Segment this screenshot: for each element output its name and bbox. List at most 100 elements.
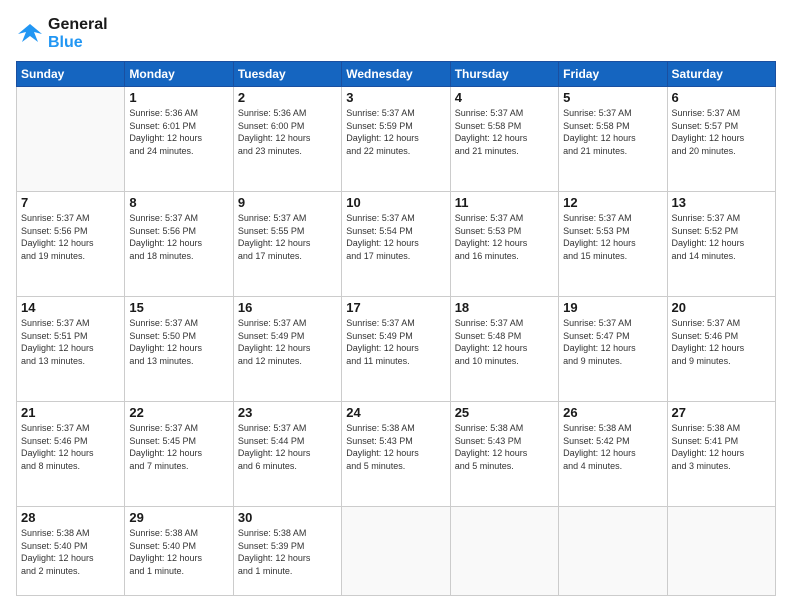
col-tuesday: Tuesday — [233, 62, 341, 87]
day-info: Sunrise: 5:37 AM Sunset: 5:49 PM Dayligh… — [346, 317, 445, 367]
day-number: 14 — [21, 300, 120, 315]
table-row: 13 Sunrise: 5:37 AM Sunset: 5:52 PM Dayli… — [667, 192, 775, 297]
day-info: Sunrise: 5:37 AM Sunset: 5:46 PM Dayligh… — [672, 317, 771, 367]
table-row — [559, 507, 667, 596]
day-info: Sunrise: 5:37 AM Sunset: 5:45 PM Dayligh… — [129, 422, 228, 472]
day-info: Sunrise: 5:37 AM Sunset: 5:55 PM Dayligh… — [238, 212, 337, 262]
day-number: 9 — [238, 195, 337, 210]
day-info: Sunrise: 5:37 AM Sunset: 5:53 PM Dayligh… — [455, 212, 554, 262]
calendar-header-row: Sunday Monday Tuesday Wednesday Thursday… — [17, 62, 776, 87]
table-row: 10 Sunrise: 5:37 AM Sunset: 5:54 PM Dayli… — [342, 192, 450, 297]
table-row: 28 Sunrise: 5:38 AM Sunset: 5:40 PM Dayli… — [17, 507, 125, 596]
table-row: 14 Sunrise: 5:37 AM Sunset: 5:51 PM Dayli… — [17, 297, 125, 402]
logo-bird-icon — [16, 20, 44, 48]
table-row: 24 Sunrise: 5:38 AM Sunset: 5:43 PM Dayli… — [342, 402, 450, 507]
day-info: Sunrise: 5:38 AM Sunset: 5:41 PM Dayligh… — [672, 422, 771, 472]
day-number: 26 — [563, 405, 662, 420]
table-row: 15Sunrise: 5:37 AM Sunset: 5:50 PM Dayli… — [125, 297, 233, 402]
day-number: 17 — [346, 300, 445, 315]
day-number: 20 — [672, 300, 771, 315]
day-info: Sunrise: 5:36 AM Sunset: 6:01 PM Dayligh… — [129, 107, 228, 157]
table-row: 26 Sunrise: 5:38 AM Sunset: 5:42 PM Dayli… — [559, 402, 667, 507]
page: General Blue Sunday Monday Tuesday Wedne… — [0, 0, 792, 612]
col-saturday: Saturday — [667, 62, 775, 87]
day-number: 3 — [346, 90, 445, 105]
day-info: Sunrise: 5:37 AM Sunset: 5:49 PM Dayligh… — [238, 317, 337, 367]
day-info: Sunrise: 5:38 AM Sunset: 5:43 PM Dayligh… — [455, 422, 554, 472]
day-number: 30 — [238, 510, 337, 525]
table-row: 30 Sunrise: 5:38 AM Sunset: 5:39 PM Dayli… — [233, 507, 341, 596]
table-row: 25 Sunrise: 5:38 AM Sunset: 5:43 PM Dayli… — [450, 402, 558, 507]
day-info: Sunrise: 5:37 AM Sunset: 5:48 PM Dayligh… — [455, 317, 554, 367]
table-row: 12 Sunrise: 5:37 AM Sunset: 5:53 PM Dayli… — [559, 192, 667, 297]
calendar-table: Sunday Monday Tuesday Wednesday Thursday… — [16, 61, 776, 596]
table-row — [667, 507, 775, 596]
day-number: 4 — [455, 90, 554, 105]
day-info: Sunrise: 5:38 AM Sunset: 5:39 PM Dayligh… — [238, 527, 337, 577]
table-row: 18 Sunrise: 5:37 AM Sunset: 5:48 PM Dayli… — [450, 297, 558, 402]
table-row: 23 Sunrise: 5:37 AM Sunset: 5:44 PM Dayli… — [233, 402, 341, 507]
day-number: 5 — [563, 90, 662, 105]
day-number: 15 — [129, 300, 228, 315]
day-info: Sunrise: 5:37 AM Sunset: 5:56 PM Dayligh… — [21, 212, 120, 262]
table-row: 21 Sunrise: 5:37 AM Sunset: 5:46 PM Dayli… — [17, 402, 125, 507]
day-number: 27 — [672, 405, 771, 420]
table-row: 6Sunrise: 5:37 AM Sunset: 5:57 PM Daylig… — [667, 87, 775, 192]
day-info: Sunrise: 5:37 AM Sunset: 5:58 PM Dayligh… — [455, 107, 554, 157]
table-row: 2Sunrise: 5:36 AM Sunset: 6:00 PM Daylig… — [233, 87, 341, 192]
day-info: Sunrise: 5:37 AM Sunset: 5:51 PM Dayligh… — [21, 317, 120, 367]
col-thursday: Thursday — [450, 62, 558, 87]
table-row: 16 Sunrise: 5:37 AM Sunset: 5:49 PM Dayli… — [233, 297, 341, 402]
day-number: 8 — [129, 195, 228, 210]
day-info: Sunrise: 5:38 AM Sunset: 5:40 PM Dayligh… — [21, 527, 120, 577]
day-number: 1 — [129, 90, 228, 105]
day-number: 13 — [672, 195, 771, 210]
table-row: 3 Sunrise: 5:37 AM Sunset: 5:59 PM Daylig… — [342, 87, 450, 192]
table-row: 1 Sunrise: 5:36 AM Sunset: 6:01 PM Daylig… — [125, 87, 233, 192]
day-number: 19 — [563, 300, 662, 315]
table-row — [450, 507, 558, 596]
col-monday: Monday — [125, 62, 233, 87]
table-row: 7 Sunrise: 5:37 AM Sunset: 5:56 PM Daylig… — [17, 192, 125, 297]
day-info: Sunrise: 5:36 AM Sunset: 6:00 PM Dayligh… — [238, 107, 337, 157]
table-row: 20 Sunrise: 5:37 AM Sunset: 5:46 PM Dayli… — [667, 297, 775, 402]
day-info: Sunrise: 5:37 AM Sunset: 5:53 PM Dayligh… — [563, 212, 662, 262]
table-row: 5 Sunrise: 5:37 AM Sunset: 5:58 PM Daylig… — [559, 87, 667, 192]
day-number: 24 — [346, 405, 445, 420]
day-info: Sunrise: 5:37 AM Sunset: 5:44 PM Dayligh… — [238, 422, 337, 472]
day-info: Sunrise: 5:37 AM Sunset: 5:52 PM Dayligh… — [672, 212, 771, 262]
day-number: 12 — [563, 195, 662, 210]
day-info: Sunrise: 5:38 AM Sunset: 5:42 PM Dayligh… — [563, 422, 662, 472]
day-number: 10 — [346, 195, 445, 210]
day-number: 11 — [455, 195, 554, 210]
day-info: Sunrise: 5:38 AM Sunset: 5:43 PM Dayligh… — [346, 422, 445, 472]
col-wednesday: Wednesday — [342, 62, 450, 87]
day-number: 23 — [238, 405, 337, 420]
day-info: Sunrise: 5:37 AM Sunset: 5:58 PM Dayligh… — [563, 107, 662, 157]
table-row: 4 Sunrise: 5:37 AM Sunset: 5:58 PM Daylig… — [450, 87, 558, 192]
day-number: 7 — [21, 195, 120, 210]
table-row: 19Sunrise: 5:37 AM Sunset: 5:47 PM Dayli… — [559, 297, 667, 402]
day-info: Sunrise: 5:37 AM Sunset: 5:59 PM Dayligh… — [346, 107, 445, 157]
table-row: 22 Sunrise: 5:37 AM Sunset: 5:45 PM Dayli… — [125, 402, 233, 507]
day-number: 18 — [455, 300, 554, 315]
header: General Blue — [16, 16, 776, 51]
day-info: Sunrise: 5:37 AM Sunset: 5:54 PM Dayligh… — [346, 212, 445, 262]
day-number: 22 — [129, 405, 228, 420]
day-number: 28 — [21, 510, 120, 525]
table-row: 27 Sunrise: 5:38 AM Sunset: 5:41 PM Dayli… — [667, 402, 775, 507]
day-info: Sunrise: 5:37 AM Sunset: 5:56 PM Dayligh… — [129, 212, 228, 262]
logo-text: General Blue — [48, 16, 108, 51]
col-friday: Friday — [559, 62, 667, 87]
table-row: 9 Sunrise: 5:37 AM Sunset: 5:55 PM Daylig… — [233, 192, 341, 297]
day-number: 29 — [129, 510, 228, 525]
day-number: 25 — [455, 405, 554, 420]
table-row — [342, 507, 450, 596]
day-info: Sunrise: 5:37 AM Sunset: 5:46 PM Dayligh… — [21, 422, 120, 472]
day-number: 16 — [238, 300, 337, 315]
table-row: 17 Sunrise: 5:37 AM Sunset: 5:49 PM Dayli… — [342, 297, 450, 402]
day-number: 21 — [21, 405, 120, 420]
table-row — [17, 87, 125, 192]
table-row: 29Sunrise: 5:38 AM Sunset: 5:40 PM Dayli… — [125, 507, 233, 596]
logo: General Blue — [16, 16, 108, 51]
